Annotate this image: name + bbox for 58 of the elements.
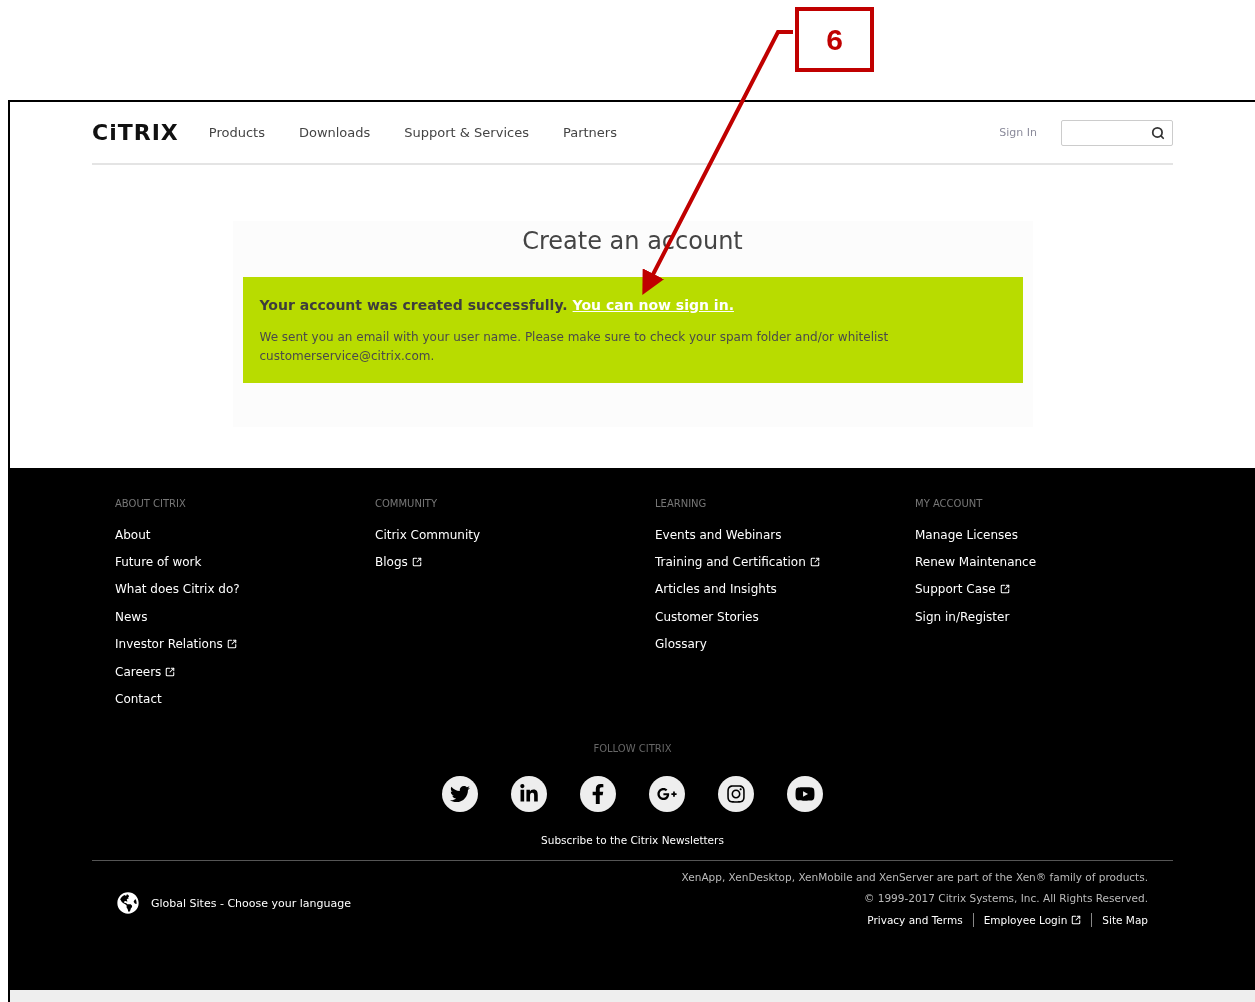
column-heading: MY ACCOUNT: [915, 498, 984, 509]
footer-link[interactable]: Future of work: [115, 548, 375, 576]
newsletter-link[interactable]: Subscribe to the Citrix Newsletters: [541, 834, 724, 846]
footer-link[interactable]: What does Citrix do?: [115, 575, 375, 604]
legal-link[interactable]: Site Map: [1102, 913, 1148, 926]
external-link-icon: [1071, 914, 1082, 925]
footer-link[interactable]: Renew Maintenance: [915, 548, 1173, 576]
footer-link[interactable]: Investor Relations: [115, 630, 375, 658]
social-link[interactable]: [787, 776, 823, 812]
social-link[interactable]: [511, 776, 547, 812]
copyright: © 1999-2017 Citrix Systems, Inc. All Rights Reserved.: [863, 891, 1148, 906]
nav-link[interactable]: Products: [208, 125, 265, 140]
external-link-icon: [165, 666, 176, 677]
footer-link[interactable]: Events and Webinars: [655, 521, 915, 549]
external-link-icon: [411, 557, 422, 568]
footer-link[interactable]: Sign in/Register: [915, 603, 1173, 631]
footer-link[interactable]: Training and Certification: [655, 548, 915, 576]
social-link[interactable]: [580, 776, 616, 812]
search-icon[interactable]: [1151, 125, 1165, 140]
external-link-icon: [999, 584, 1010, 595]
logo[interactable]: CiTRIX: [92, 120, 179, 145]
footer-link[interactable]: Contact: [115, 685, 375, 713]
footer-link[interactable]: Careers: [115, 657, 375, 686]
nav-link[interactable]: Partners: [562, 125, 617, 140]
column-heading: COMMUNITY: [375, 498, 439, 509]
legal-link[interactable]: Privacy and Terms: [867, 913, 963, 926]
social-link[interactable]: [718, 776, 754, 812]
global-sites-link[interactable]: Global Sites - Choose your language: [117, 891, 351, 915]
message-text: We sent you an email with your user name. Please make sure to check your spam folder and/or whitelist customerservice@citrix.com.: [259, 329, 890, 365]
legal-link[interactable]: Employee Login: [983, 913, 1082, 926]
footer-link[interactable]: News: [115, 603, 375, 631]
success-headline: Your account was created successfully.: [259, 297, 568, 313]
products-note: XenApp, XenDesktop, XenMobile and XenServer are part of the Xen® family of products.: [681, 870, 1148, 885]
camera-icon: [726, 784, 746, 804]
external-link-icon: [226, 639, 237, 650]
footer-link[interactable]: Customer Stories: [655, 603, 915, 631]
globe-icon: [117, 892, 139, 914]
footer-link[interactable]: Glossary: [655, 630, 915, 658]
social-link[interactable]: [442, 776, 478, 812]
column-heading: ABOUT CITRIX: [115, 498, 187, 509]
follow-heading: FOLLOW CITRIX: [593, 743, 672, 754]
footer-link[interactable]: Citrix Community: [375, 521, 655, 549]
social-link[interactable]: [649, 776, 685, 812]
play-icon: [795, 784, 815, 804]
bird-icon: [450, 784, 470, 804]
footer-link[interactable]: Support Case: [915, 575, 1173, 604]
footer-link[interactable]: Manage Licenses: [915, 521, 1173, 549]
footer-link[interactable]: Articles and Insights: [655, 575, 915, 604]
annotation-number: 6: [795, 7, 874, 72]
nav-link[interactable]: Support & Services: [404, 125, 529, 140]
search-field[interactable]: [1061, 119, 1173, 146]
footer-link[interactable]: About: [115, 521, 375, 549]
linkedin-icon: [519, 784, 539, 804]
sign-in-link[interactable]: Sign In: [999, 126, 1037, 139]
footer-link[interactable]: Blogs: [375, 548, 655, 576]
external-link-icon: [809, 557, 820, 568]
nav-link[interactable]: Downloads: [298, 125, 371, 140]
column-heading: LEARNING: [655, 498, 708, 509]
